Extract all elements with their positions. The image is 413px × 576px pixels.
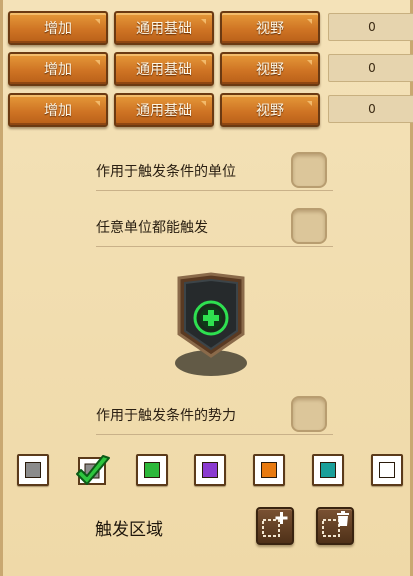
corner-decoration-icon	[201, 19, 206, 24]
option-label: 作用于触发条件的势力	[96, 408, 236, 424]
color-swatch-teal[interactable]	[371, 454, 403, 486]
shield-effect-icon[interactable]	[175, 272, 247, 378]
category-label: 通用基础	[136, 62, 192, 78]
category-label: 通用基础	[136, 103, 192, 119]
any-unit-checkbox[interactable]	[291, 208, 327, 244]
color-fill	[25, 462, 41, 478]
color-swatch-purple[interactable]	[253, 454, 285, 486]
color-fill	[144, 462, 160, 478]
add-area-button[interactable]	[256, 507, 294, 545]
trigger-unit-checkbox[interactable]	[291, 152, 327, 188]
corner-decoration-icon	[201, 60, 206, 65]
color-swatch-selected[interactable]	[75, 454, 110, 486]
attribute-label: 视野	[256, 62, 284, 78]
value-input[interactable]: 0	[328, 95, 413, 123]
option-trigger-force: 作用于触发条件的势力	[96, 395, 333, 435]
attribute-dropdown[interactable]: 视野	[220, 93, 320, 127]
add-area-icon	[262, 512, 288, 537]
add-button[interactable]: 增加	[8, 11, 108, 45]
option-label: 作用于触发条件的单位	[96, 164, 236, 180]
option-any-unit: 任意单位都能触发	[96, 207, 333, 247]
option-label: 任意单位都能触发	[96, 220, 208, 236]
corner-decoration-icon	[95, 60, 100, 65]
category-dropdown[interactable]: 通用基础	[114, 11, 214, 45]
color-swatch-red[interactable]	[136, 454, 168, 486]
add-button-label: 增加	[44, 103, 72, 119]
add-button[interactable]: 增加	[8, 52, 108, 86]
corner-decoration-icon	[307, 101, 312, 106]
option-trigger-unit: 作用于触发条件的单位	[96, 151, 333, 191]
color-fill	[261, 462, 277, 478]
corner-decoration-icon	[95, 19, 100, 24]
checkmark-icon	[76, 455, 110, 485]
attribute-dropdown[interactable]: 视野	[220, 52, 320, 86]
category-dropdown[interactable]: 通用基础	[114, 52, 214, 86]
add-button[interactable]: 增加	[8, 93, 108, 127]
color-swatch-green[interactable]	[194, 454, 226, 486]
trigger-area-label: 触发区域	[95, 520, 163, 540]
category-label: 通用基础	[136, 21, 192, 37]
color-fill	[379, 462, 395, 478]
delete-area-button[interactable]	[316, 507, 354, 545]
value-input[interactable]: 0	[328, 54, 413, 82]
color-selector	[3, 454, 413, 494]
attribute-label: 视野	[256, 103, 284, 119]
add-button-label: 增加	[44, 21, 72, 37]
trigger-settings-panel: 增加 通用基础 视野 0 增加 通用基础 视野 0 增加 通用基础 视野 0 作…	[0, 0, 413, 576]
category-dropdown[interactable]: 通用基础	[114, 93, 214, 127]
trigger-force-checkbox[interactable]	[291, 396, 327, 432]
delete-area-icon	[322, 511, 349, 537]
shield-icon	[175, 272, 247, 376]
value-input[interactable]: 0	[328, 13, 413, 41]
corner-decoration-icon	[307, 60, 312, 65]
add-button-label: 增加	[44, 62, 72, 78]
color-swatch-orange[interactable]	[312, 454, 344, 486]
color-fill	[202, 462, 218, 478]
color-swatch-gray[interactable]	[17, 454, 49, 486]
corner-decoration-icon	[307, 19, 312, 24]
attribute-dropdown[interactable]: 视野	[220, 11, 320, 45]
attribute-label: 视野	[256, 21, 284, 37]
corner-decoration-icon	[201, 101, 206, 106]
color-fill	[320, 462, 336, 478]
corner-decoration-icon	[95, 101, 100, 106]
